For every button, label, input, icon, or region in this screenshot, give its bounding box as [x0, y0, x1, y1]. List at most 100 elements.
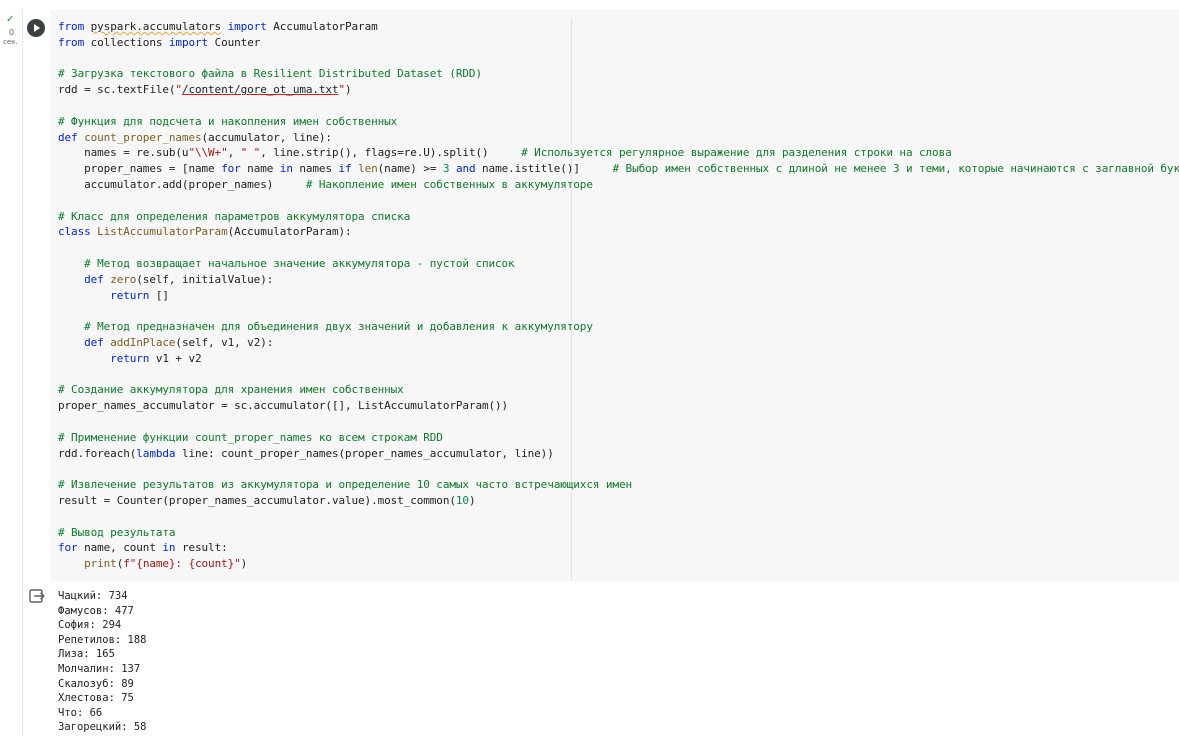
code-token: return: [58, 288, 156, 302]
code-line: # Класс для определения параметров аккум…: [58, 209, 1179, 225]
code-line: def count_proper_names(accumulator, line…: [58, 130, 1179, 146]
code-token: (self, v1, v2):: [175, 335, 274, 349]
code-token: name.istitle()]: [475, 162, 613, 176]
code-token: # Функция для подсчета и накопления имен…: [58, 114, 398, 128]
output-line: София: 294: [58, 619, 122, 632]
code-token: # Выбор имен собственных с длиной не мен…: [612, 162, 1179, 176]
code-token: result = Counter(proper_names_accumulato…: [58, 493, 456, 507]
code-token: AccumulatorParam: [273, 20, 378, 33]
code-token: # Создание аккумулятора для хранения име…: [58, 383, 404, 397]
code-token: def: [58, 130, 85, 144]
code-line: rdd.foreach(lambda line: count_proper_na…: [58, 446, 1179, 462]
code-token: # Метод предназначен для объединения дву…: [58, 320, 593, 334]
code-token: for: [221, 162, 241, 176]
code-line: proper_names_accumulator = sc.accumulato…: [58, 398, 1179, 414]
code-line: names = re.sub(u"\\W+", " ", line.strip(…: [58, 145, 1179, 161]
code-token: rdd.foreach(: [58, 446, 137, 460]
output-line: Хлестова: 75: [58, 692, 134, 705]
cell-gutter: ✓ 0 сек.: [0, 0, 22, 736]
code-token: # Накопление имен собственных в аккумуля…: [305, 177, 593, 191]
code-token: in: [279, 162, 293, 176]
code-line: for name, count in result:: [58, 540, 1179, 556]
output-icon[interactable]: [29, 589, 45, 603]
code-line: # Загрузка текстового файла в Resilient …: [58, 66, 1179, 82]
code-lines: from pyspark.accumulators import Accumul…: [58, 19, 1179, 572]
code-token: and: [449, 162, 476, 176]
code-token: name: [240, 162, 280, 176]
code-token: def: [58, 335, 111, 349]
output-line: Лиза: 165: [58, 648, 115, 661]
code-token: ): [240, 557, 248, 571]
code-token: count_proper_names: [84, 130, 202, 144]
code-token: (accumulator, line):: [201, 130, 333, 144]
code-token: # Вывод результата: [58, 525, 176, 539]
code-token: names = re.sub(u: [58, 146, 189, 160]
code-line: # Метод предназначен для объединения дву…: [58, 319, 1179, 335]
code-token: , line.strip(), flags=re.U).split(): [260, 146, 522, 160]
code-token: pyspark.accumulators: [90, 20, 222, 33]
code-line: accumulator.add(proper_names) # Накоплен…: [58, 177, 1179, 193]
code-line: proper_names = [name for name in names i…: [58, 161, 1179, 177]
code-line: rdd = sc.textFile("/content/gore_ot_uma.…: [58, 82, 1179, 98]
code-line: from collections import Counter: [58, 35, 1179, 51]
code-token: ,: [227, 146, 241, 160]
code-line: def addInPlace(self, v1, v2):: [58, 335, 1179, 351]
code-token: # Извлечение результатов из аккумулятора…: [58, 478, 632, 492]
code-token: " ": [240, 146, 261, 160]
code-token: name, count: [84, 541, 163, 555]
code-token: import: [168, 35, 215, 49]
code-token: lambda: [136, 446, 176, 460]
output-line: Молчалин: 137: [58, 662, 141, 675]
code-line: from pyspark.accumulators import Accumul…: [58, 19, 1179, 35]
code-token: if: [338, 162, 352, 176]
code-token: (name) >=: [377, 162, 443, 176]
code-line: # Метод возвращает начальное значение ак…: [58, 256, 1179, 272]
code-token: # Используется регулярное выражение для …: [521, 146, 952, 160]
output-line: Фамусов: 477: [58, 604, 134, 617]
code-line: return []: [58, 288, 1179, 304]
code-token: in: [162, 541, 182, 555]
code-token: ): [468, 493, 476, 507]
code-token: ): [345, 83, 352, 97]
code-line: def zero(self, initialValue):: [58, 272, 1179, 288]
code-token: /content/gore_ot_uma.txt: [181, 83, 339, 97]
code-token: # Класс для определения параметров аккум…: [58, 209, 411, 223]
code-token: # Применение функции count_proper_names …: [58, 430, 443, 444]
code-token: addInPlace: [110, 335, 176, 349]
run-cell-button[interactable]: [27, 19, 45, 37]
code-token: "\\W+": [188, 146, 228, 160]
code-token: class: [58, 225, 98, 239]
code-line: # Извлечение результатов из аккумулятора…: [58, 477, 1179, 493]
code-line: # Функция для подсчета и накопления имен…: [58, 114, 1179, 130]
code-token: f"{name}: {count}": [123, 557, 241, 571]
output-line: Скалозуб: 89: [58, 677, 134, 690]
code-line: print(f"{name}: {count}"): [58, 556, 1179, 572]
code-token: (self, initialValue):: [136, 272, 274, 286]
code-token: from: [58, 35, 91, 49]
code-token: proper_names = [name: [58, 162, 222, 176]
code-token: rdd = sc.textFile(: [58, 83, 176, 97]
code-token: []: [155, 288, 169, 302]
code-token: accumulator.add(proper_names): [58, 177, 306, 191]
code-token: ListAccumulatorParam: [97, 225, 228, 239]
code-editor[interactable]: from pyspark.accumulators import Accumul…: [50, 10, 1179, 581]
code-line: result = Counter(proper_names_accumulato…: [58, 493, 1179, 509]
code-line: # Применение функции count_proper_names …: [58, 430, 1179, 446]
code-token: import: [221, 20, 274, 33]
code-token: Counter: [214, 35, 261, 49]
code-line: # Создание аккумулятора для хранения име…: [58, 382, 1179, 398]
code-token: len: [351, 162, 378, 176]
output-line: Чацкий: 734: [58, 590, 128, 602]
code-token: (AccumulatorParam):: [227, 225, 352, 239]
execution-duration: 0: [9, 28, 15, 37]
code-line: return v1 + v2: [58, 351, 1179, 367]
output-line: Репетилов: 188: [58, 633, 147, 646]
code-token: for: [58, 541, 85, 555]
